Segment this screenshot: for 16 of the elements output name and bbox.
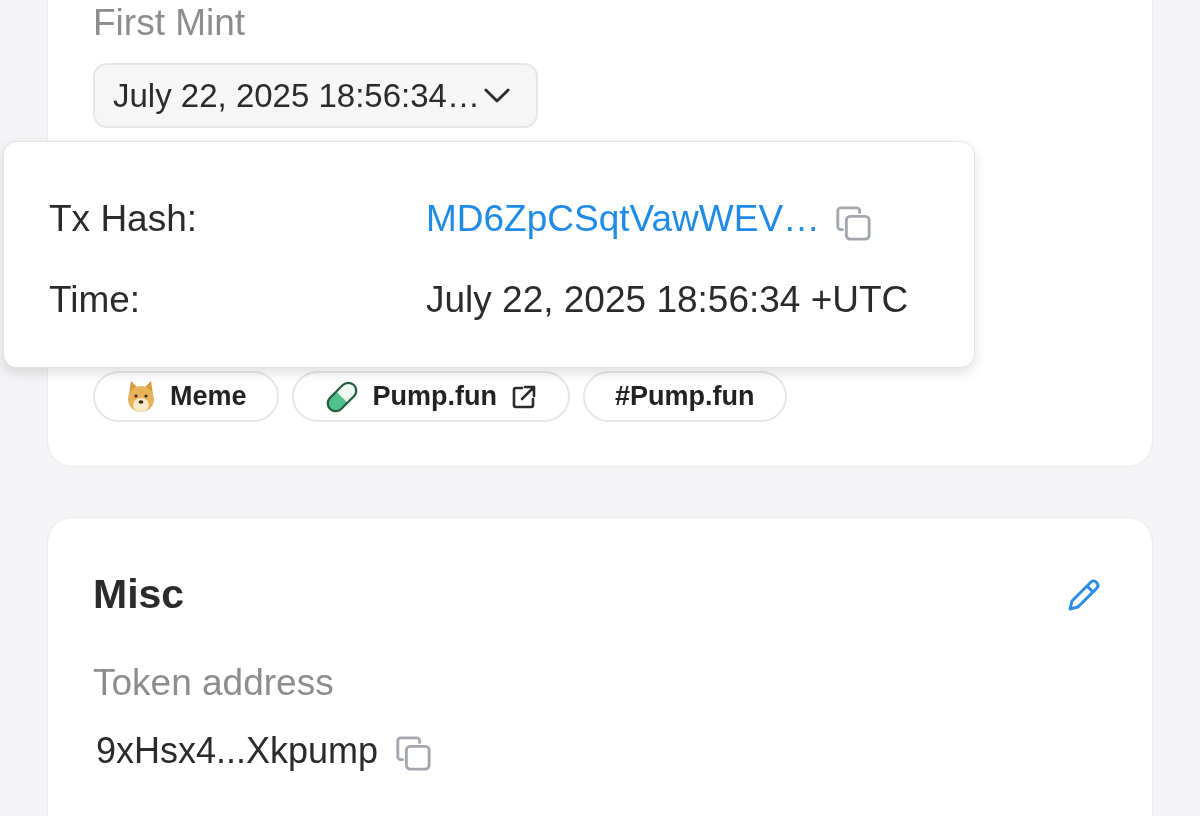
- tooltip-label: Tx Hash:: [49, 197, 199, 241]
- tx-hash-link[interactable]: MD6ZpCSqtVawWEV…: [426, 195, 821, 243]
- chevron-down-icon: [484, 88, 510, 103]
- dog-icon: [125, 378, 157, 415]
- tooltip-value: July 22, 2025 18:56:34 +UTC: [426, 278, 909, 322]
- field-label: First Mint: [93, 1, 247, 45]
- tooltip-label: Time:: [49, 278, 142, 322]
- date-dropdown[interactable]: July 22, 2025 18:56:34…: [93, 63, 538, 128]
- copy-icon[interactable]: [834, 204, 873, 242]
- card-title: Misc: [93, 570, 185, 619]
- copy-icon[interactable]: [394, 734, 433, 772]
- tag-chip[interactable]: Meme: [93, 371, 279, 422]
- tag-chip[interactable]: #Pump.fun: [583, 371, 787, 422]
- token-address-value: 9xHsx4...Xkpump: [96, 729, 379, 773]
- tag-chip[interactable]: Pump.fun: [291, 371, 570, 422]
- field-label: Token address: [93, 661, 335, 705]
